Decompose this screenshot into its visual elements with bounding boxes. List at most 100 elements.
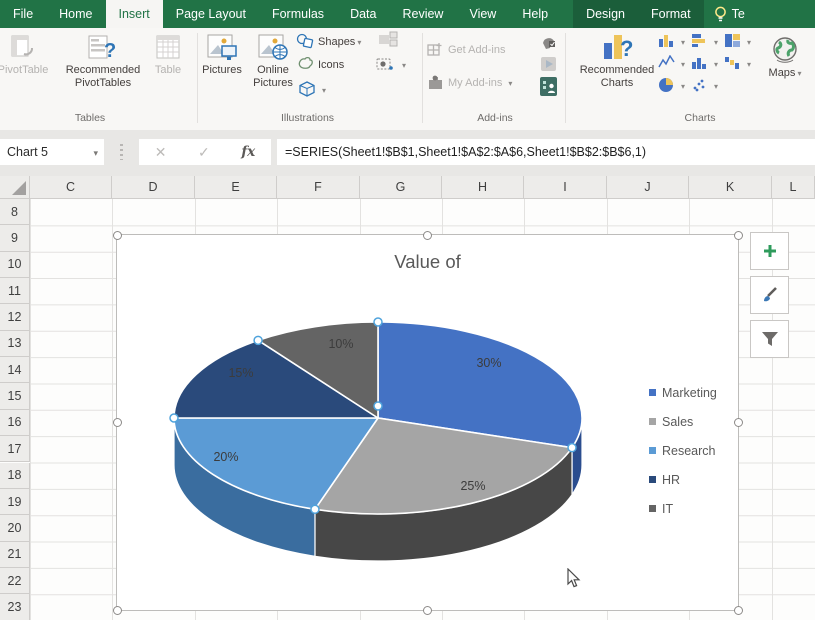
series-selection-handle[interactable] xyxy=(374,318,382,326)
tab-home[interactable]: Home xyxy=(46,0,105,28)
formula-bar-grip[interactable] xyxy=(120,144,123,160)
maps-button[interactable]: Maps xyxy=(762,33,808,80)
chart-selection-handle[interactable] xyxy=(113,418,122,427)
online-pictures-button[interactable]: Online Pictures xyxy=(248,30,298,90)
pie-data-label-it[interactable]: 10% xyxy=(328,337,353,351)
office-addin-icon[interactable] xyxy=(540,35,557,51)
bar-chart-icon xyxy=(691,33,708,51)
insert-function-icon[interactable]: fx xyxy=(241,144,255,160)
chart-selection-handle[interactable] xyxy=(423,606,432,615)
column-header-I[interactable]: I xyxy=(524,176,607,199)
worksheet[interactable]: CDEFGHIJKL891011121314151617181920212223… xyxy=(0,176,815,620)
my-addins-button[interactable]: My Add-ins xyxy=(426,73,512,93)
insert-hierarchy-chart-button[interactable] xyxy=(724,32,751,52)
smartart-button[interactable] xyxy=(378,31,398,51)
column-header-F[interactable]: F xyxy=(277,176,360,199)
chart-selection-handle[interactable] xyxy=(734,418,743,427)
chart-elements-button[interactable] xyxy=(750,232,789,270)
name-box-caret-icon[interactable]: ▾ xyxy=(93,148,98,159)
insert-waterfall-chart-button[interactable] xyxy=(724,54,751,74)
series-selection-handle[interactable] xyxy=(311,505,319,513)
series-selection-handle[interactable] xyxy=(254,336,262,344)
legend-item-research[interactable]: Research xyxy=(649,436,717,465)
tab-view[interactable]: View xyxy=(456,0,509,28)
tab-help[interactable]: Help xyxy=(509,0,561,28)
formula-input[interactable]: =SERIES(Sheet1!$B$1,Sheet1!$A$2:$A$6,She… xyxy=(277,139,815,165)
shapes-button[interactable]: Shapes xyxy=(296,32,361,52)
pie-data-label-research[interactable]: 20% xyxy=(213,450,238,464)
group-separator xyxy=(565,33,566,123)
icons-button[interactable]: Icons xyxy=(296,55,344,75)
series-selection-handle[interactable] xyxy=(374,402,382,410)
chart-styles-button[interactable] xyxy=(750,276,789,314)
waterfall-chart-caret xyxy=(745,58,751,70)
tab-file[interactable]: File xyxy=(0,0,46,28)
series-selection-handle[interactable] xyxy=(170,414,178,422)
charts-group-label: Charts xyxy=(630,112,770,124)
pie-chart-icon xyxy=(658,77,675,96)
bing-maps-addin-icon[interactable] xyxy=(540,56,557,72)
screenshot-button[interactable] xyxy=(376,55,406,75)
legend-item-marketing[interactable]: Marketing xyxy=(649,378,717,407)
group-separator xyxy=(422,33,423,123)
column-chart-caret xyxy=(679,36,685,48)
recommended-pivottables-button[interactable]: ? Recommended PivotTables xyxy=(60,30,146,90)
insert-histogram-chart-button[interactable] xyxy=(691,54,718,74)
pie-data-label-sales[interactable]: 25% xyxy=(460,479,485,493)
tab-design[interactable]: Design xyxy=(573,0,638,28)
tab-page-layout[interactable]: Page Layout xyxy=(163,0,259,28)
column-chart-icon xyxy=(658,33,675,51)
tab-formulas[interactable]: Formulas xyxy=(259,0,337,28)
legend-item-it[interactable]: IT xyxy=(649,494,717,523)
insert-pie-chart-button[interactable] xyxy=(658,76,685,96)
recommended-charts-button[interactable]: ? Recommended Charts xyxy=(578,30,656,90)
pie-data-label-marketing[interactable]: 30% xyxy=(476,356,501,370)
column-header-L[interactable]: L xyxy=(772,176,815,199)
chart-selection-handle[interactable] xyxy=(113,606,122,615)
legend-swatch xyxy=(649,389,656,396)
column-header-K[interactable]: K xyxy=(689,176,772,199)
tab-review[interactable]: Review xyxy=(389,0,456,28)
tab-data[interactable]: Data xyxy=(337,0,389,28)
table-button[interactable]: Table xyxy=(144,30,192,77)
column-header-G[interactable]: G xyxy=(360,176,442,199)
recommended-charts-label1: Recommended xyxy=(580,64,655,77)
cancel-icon[interactable]: ✕ xyxy=(155,144,167,161)
legend-item-hr[interactable]: HR xyxy=(649,465,717,494)
column-header-H[interactable]: H xyxy=(442,176,524,199)
pivottable-button[interactable]: PivotTable xyxy=(0,30,62,77)
chart-legend[interactable]: MarketingSalesResearch HR IT xyxy=(649,378,717,523)
insert-scatter-chart-button[interactable] xyxy=(691,76,718,96)
chart-selection-handle[interactable] xyxy=(423,231,432,240)
chart-selection-handle[interactable] xyxy=(734,606,743,615)
pie-data-label-hr[interactable]: 15% xyxy=(228,366,253,380)
filter-icon xyxy=(761,331,779,347)
get-addins-button[interactable]: Get Add-ins xyxy=(426,40,505,60)
tab-format[interactable]: Format xyxy=(638,0,704,28)
insert-bar-chart-button[interactable] xyxy=(691,32,718,52)
enter-icon[interactable]: ✓ xyxy=(198,144,210,161)
recommended-pivottables-label: Recommended xyxy=(66,64,141,77)
addins-group-label: Add-ins xyxy=(445,112,545,124)
chart-object[interactable]: Value of 30%25%20%15%10% MarketingSalesR… xyxy=(116,234,739,611)
insert-line-chart-button[interactable] xyxy=(658,54,685,74)
name-box[interactable]: Chart 5 ▾ xyxy=(0,139,104,165)
insert-column-chart-button[interactable] xyxy=(658,32,685,52)
select-all-corner[interactable] xyxy=(0,176,30,199)
column-header-C[interactable]: C xyxy=(30,176,112,199)
tell-me[interactable]: Te xyxy=(704,0,745,28)
recommended-pivottables-label2: PivotTables xyxy=(75,77,131,90)
series-selection-handle[interactable] xyxy=(568,444,576,452)
chart-selection-handle[interactable] xyxy=(113,231,122,240)
3d-models-button[interactable] xyxy=(298,80,326,100)
people-graph-addin-icon[interactable] xyxy=(540,77,557,96)
legend-item-sales[interactable]: Sales xyxy=(649,407,717,436)
column-header-E[interactable]: E xyxy=(195,176,277,199)
column-header-J[interactable]: J xyxy=(607,176,689,199)
chart-selection-handle[interactable] xyxy=(734,231,743,240)
chart-filters-button[interactable] xyxy=(750,320,789,358)
column-header-D[interactable]: D xyxy=(112,176,195,199)
pictures-button[interactable]: Pictures xyxy=(198,30,246,77)
legend-label: HR xyxy=(662,473,680,487)
tab-insert[interactable]: Insert xyxy=(106,0,163,28)
